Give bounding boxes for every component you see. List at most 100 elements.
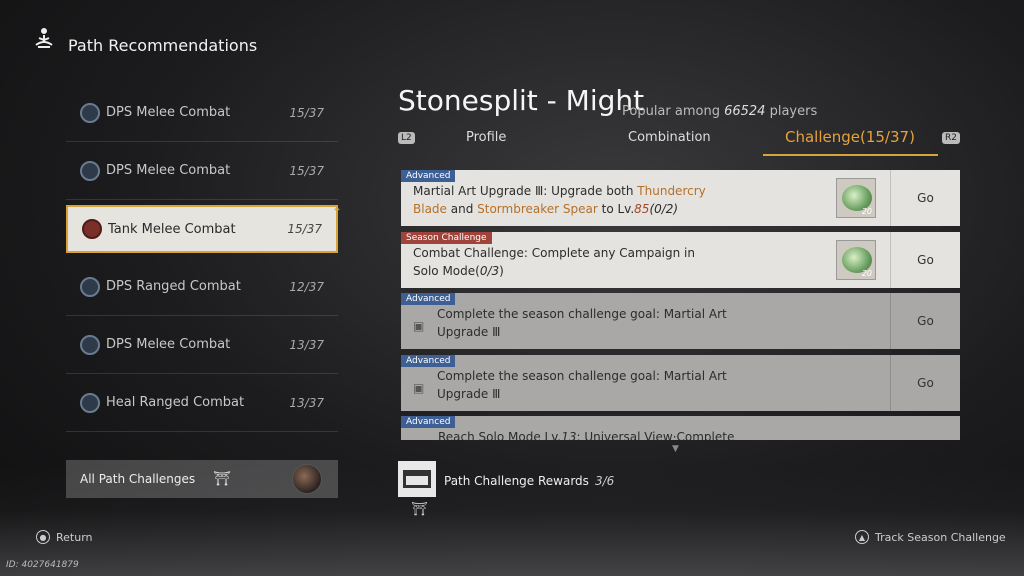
return-button[interactable]: ● Return [36, 530, 93, 544]
leaf-icon [80, 392, 100, 413]
chest-icon: ▣ [413, 380, 425, 395]
challenge-card[interactable]: Advanced ▣ Complete the season challenge… [401, 354, 960, 411]
desc-text: Upgrade Ⅲ [437, 386, 501, 401]
treasure-chest-icon [403, 470, 431, 488]
crosshair-icon: ⌖ [333, 203, 340, 216]
tab-challenge[interactable]: Challenge(15/37) [785, 128, 915, 146]
desc-text: Upgrade Ⅲ [437, 325, 501, 339]
circle-button-icon: ● [36, 530, 50, 544]
challenge-description: Reach Solo Mode Lv.13: Universal View·Co… [401, 416, 960, 440]
challenge-card[interactable]: Advanced Reach Solo Mode Lv.13: Universa… [401, 416, 960, 440]
tab-profile[interactable]: Profile [466, 130, 506, 145]
challenge-card[interactable]: Advanced Martial Art Upgrade Ⅲ: Upgrade … [401, 170, 960, 226]
go-button[interactable]: Go [890, 293, 960, 349]
meditation-icon [35, 27, 53, 48]
path-item-label: Tank Melee Combat [108, 221, 236, 237]
rewards-label-text: Path Challenge Rewards [444, 474, 589, 488]
rewards-count: 3/6 [594, 474, 615, 488]
orb-icon [292, 464, 322, 494]
path-item-dps-melee-3[interactable]: DPS Melee Combat 13/37 [66, 316, 338, 374]
desc-progress: 0/3 [479, 263, 500, 278]
desc-highlight: Blade [413, 202, 447, 216]
path-item-count: 13/37 [289, 337, 324, 352]
return-label: Return [56, 530, 93, 544]
desc-text: Reach Solo Mode Lv. [438, 430, 562, 440]
scroll-icon: ⛩ [213, 471, 231, 487]
path-list: DPS Melee Combat 15/37 DPS Melee Combat … [66, 84, 340, 432]
challenge-tag-advanced: Advanced [401, 354, 456, 367]
challenge-card[interactable]: Season Challenge Combat Challenge: Compl… [401, 231, 960, 288]
path-name-title: Stonesplit - Might [398, 84, 645, 117]
path-item-dps-melee-1[interactable]: DPS Melee Combat 15/37 [66, 84, 338, 142]
challenge-card[interactable]: Advanced ▣ Complete the season challenge… [401, 293, 960, 349]
triangle-button-icon: ▲ [855, 530, 869, 544]
crescent-icon [80, 334, 100, 355]
path-rewards-button[interactable] [398, 461, 436, 497]
popular-suffix: players [769, 104, 818, 119]
path-item-count: 15/37 [289, 163, 324, 178]
challenge-tag-advanced: Advanced [401, 416, 456, 428]
all-path-challenges-button[interactable]: All Path Challenges ⛩ [66, 460, 338, 498]
reward-item[interactable]: 20 [836, 178, 876, 218]
path-item-count: 12/37 [289, 279, 324, 294]
desc-text: Martial Art Upgrade Ⅲ: Upgrade both [413, 184, 638, 198]
go-button[interactable]: Go [890, 170, 960, 226]
popular-count: 66524 [724, 104, 766, 119]
challenge-tag-season: Season Challenge [401, 231, 492, 244]
reward-quantity: 20 [861, 207, 872, 216]
page-title: Path Recommendations [68, 36, 258, 55]
path-item-dps-ranged[interactable]: DPS Ranged Combat 12/37 [66, 258, 338, 316]
chest-icon: ▣ [413, 319, 425, 333]
desc-text: and [446, 202, 478, 216]
desc-text: Complete the season challenge goal: Mart… [437, 307, 727, 321]
track-label: Track Season Challenge [875, 530, 1006, 544]
active-tab-underline [763, 154, 938, 156]
desc-level: 85 [634, 202, 650, 216]
track-season-challenge-button[interactable]: ▲ Track Season Challenge [855, 530, 1006, 544]
tab-bar: L2 Profile Combination Challenge(15/37) … [398, 128, 960, 156]
desc-highlight: Stormbreaker Spear [477, 202, 598, 216]
path-item-heal-ranged[interactable]: Heal Ranged Combat 13/37 [66, 374, 338, 432]
challenge-list[interactable]: Advanced Martial Art Upgrade Ⅲ: Upgrade … [401, 170, 960, 440]
path-item-tank-melee[interactable]: Tank Melee Combat 15/37 ⌖ [66, 203, 340, 253]
desc-text: Complete the season challenge goal: Mart… [437, 368, 727, 383]
popular-prefix: Popular among [622, 104, 720, 119]
path-item-label: DPS Ranged Combat [106, 279, 241, 294]
path-item-count: 15/37 [287, 222, 322, 236]
wave-icon [80, 102, 100, 123]
desc-text: to Lv. [597, 202, 635, 216]
sword-icon [80, 160, 100, 181]
tab-combination[interactable]: Combination [628, 130, 711, 145]
challenge-description: ▣ Complete the season challenge goal: Ma… [401, 293, 890, 349]
arrow-icon [80, 276, 100, 297]
desc-text: : Universal View·Complete [576, 430, 735, 440]
popularity-text: Popular among 66524 players [622, 104, 817, 119]
challenge-description: Martial Art Upgrade Ⅲ: Upgrade both Thun… [401, 170, 836, 226]
player-id: ID: 4027641879 [6, 560, 79, 570]
page-header: Path Recommendations [30, 22, 257, 55]
scroll-down-icon[interactable]: ▼ [672, 444, 679, 454]
desc-text: Combat Challenge: Complete any Campaign … [413, 245, 695, 260]
go-button[interactable]: Go [890, 354, 960, 411]
path-item-count: 13/37 [289, 395, 324, 410]
l2-button-hint[interactable]: L2 [398, 132, 415, 144]
reward-quantity: 20 [861, 268, 872, 278]
path-item-count: 15/37 [289, 105, 324, 120]
path-rewards-label: Path Challenge Rewards 3/6 [444, 474, 614, 488]
desc-highlight: Thundercry [637, 184, 706, 198]
desc-progress: (0/2) [649, 202, 679, 216]
all-challenges-label: All Path Challenges [80, 472, 196, 486]
path-item-label: DPS Melee Combat [106, 105, 231, 120]
shield-icon [82, 219, 102, 239]
path-item-label: DPS Melee Combat [106, 163, 231, 178]
path-item-dps-melee-2[interactable]: DPS Melee Combat 15/37 [66, 142, 338, 200]
desc-text: ) [499, 263, 504, 278]
challenge-tag-advanced: Advanced [401, 170, 456, 182]
challenge-tag-advanced: Advanced [401, 293, 456, 305]
path-item-label: Heal Ranged Combat [106, 395, 245, 410]
reward-item[interactable]: 20 [836, 239, 876, 280]
go-button[interactable]: Go [890, 231, 960, 288]
scroll-icon: ⛩ [411, 502, 428, 517]
r2-button-hint[interactable]: R2 [942, 132, 960, 144]
challenge-description: ▣ Complete the season challenge goal: Ma… [401, 355, 890, 411]
